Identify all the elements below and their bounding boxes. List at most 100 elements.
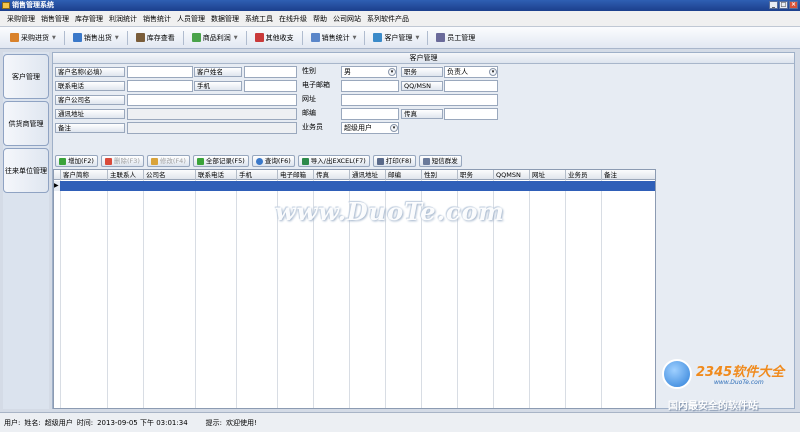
action-bar: 增加(F2) 删除(F3) 修改(F4) 全部记录(F5) 查询(F6) 导入/… <box>53 154 794 168</box>
column-header[interactable]: 主联系人 <box>108 170 144 180</box>
column-header[interactable]: 电子邮箱 <box>278 170 314 180</box>
menu-update[interactable]: 在线升级 <box>276 14 310 24</box>
toolbar-separator <box>245 30 247 45</box>
menu-sales[interactable]: 销售管理 <box>38 14 72 24</box>
menu-bar: 采购管理 销售管理 库存管理 利润统计 销售统计 人员管理 数据管理 系统工具 … <box>0 11 800 27</box>
table-row[interactable] <box>54 181 655 191</box>
close-button[interactable]: × <box>789 1 798 9</box>
column-header[interactable]: 公司名 <box>144 170 196 180</box>
watermark-text: www.DuoTe.com <box>275 197 505 226</box>
fax-label[interactable]: 传真 <box>401 109 443 119</box>
stats-icon <box>310 33 320 42</box>
minimize-button[interactable]: _ <box>769 1 778 9</box>
menu-profit[interactable]: 利润统计 <box>106 14 140 24</box>
address-label[interactable]: 通讯地址 <box>55 109 125 119</box>
toolbar-income-button[interactable]: 其他收支 <box>251 30 298 46</box>
note-input[interactable] <box>127 122 297 134</box>
column-header[interactable]: 联系电话 <box>196 170 237 180</box>
table-header: 客户简称 主联系人 公司名 联系电话 手机 电子邮箱 传真 通讯地址 邮编 性别… <box>54 170 655 180</box>
customer-surname-label[interactable]: 客户姓名 <box>194 67 242 77</box>
sidebar-item-supplier[interactable]: 供货商管理 <box>3 101 49 146</box>
toolbar: 采购进货 ▼ 销售出货 ▼ 库存查看 商品利润 ▼ 其他收支 销售统计 ▼ 客户管理 ▼ … <box>0 27 800 49</box>
check-icon <box>196 157 204 165</box>
gender-label: 性别 <box>302 67 316 75</box>
corner-logo: 2345软件大全 www.DuoTe.com 国内最安全的软件站 <box>660 357 795 412</box>
toolbar-customer-button[interactable]: 客户管理 ▼ <box>369 30 423 46</box>
add-button[interactable]: 增加(F2) <box>55 155 98 167</box>
menu-inventory[interactable]: 库存管理 <box>72 14 106 24</box>
sidebar-item-customer[interactable]: 客户管理 <box>3 54 49 99</box>
chevron-down-icon: ▾ <box>390 124 398 132</box>
phone-input[interactable] <box>127 80 193 92</box>
delete-button[interactable]: 删除(F3) <box>100 155 144 167</box>
toolbar-staff-button[interactable]: 员工管理 <box>432 30 479 46</box>
status-time: 2013-09-05 下午 03:01:34 <box>97 418 188 427</box>
menu-website[interactable]: 公司网站 <box>330 14 364 24</box>
column-header[interactable]: 手机 <box>237 170 278 180</box>
column-header[interactable]: 职务 <box>458 170 494 180</box>
column-header[interactable]: 性别 <box>422 170 458 180</box>
column-header[interactable]: QQMSN <box>494 170 530 180</box>
email-input[interactable] <box>341 80 399 92</box>
qq-input[interactable] <box>444 80 498 92</box>
menu-sales-stats[interactable]: 销售统计 <box>140 14 174 24</box>
mobile-label[interactable]: 手机 <box>194 81 242 91</box>
all-records-button[interactable]: 全部记录(F5) <box>192 155 249 167</box>
phone-label[interactable]: 联系电话 <box>55 81 125 91</box>
title-bar: 销售管理系统 _ □ × <box>0 0 800 11</box>
edit-icon <box>150 157 158 165</box>
menu-purchase[interactable]: 采购管理 <box>4 14 38 24</box>
customer-name-input[interactable] <box>127 66 193 78</box>
sms-button[interactable]: 短信群发 <box>418 155 462 167</box>
toolbar-stats-button[interactable]: 销售统计 ▼ <box>307 30 361 46</box>
print-button[interactable]: 打印(F8) <box>372 155 416 167</box>
sms-icon <box>422 157 430 165</box>
menu-staff[interactable]: 人员管理 <box>174 14 208 24</box>
chevron-down-icon: ▼ <box>52 34 56 41</box>
menu-products[interactable]: 系列软件产品 <box>364 14 412 24</box>
sidebar-item-partner[interactable]: 往来单位管理 <box>3 148 49 193</box>
column-header[interactable]: 通讯地址 <box>350 170 386 180</box>
email-label: 电子邮箱 <box>302 81 330 89</box>
status-name: 超级用户 <box>44 418 73 427</box>
toolbar-separator <box>182 30 184 45</box>
stock-icon <box>135 33 145 42</box>
menu-help[interactable]: 帮助 <box>310 14 330 24</box>
gender-select[interactable]: 男 ▾ <box>341 66 397 78</box>
column-header[interactable]: 客户简称 <box>61 170 108 180</box>
mobile-input[interactable] <box>244 80 297 92</box>
address-input[interactable] <box>127 108 297 120</box>
toolbar-sale-button[interactable]: 销售出货 ▼ <box>69 30 123 46</box>
customer-name-label[interactable]: 客户名称(必填) <box>55 67 125 77</box>
position-select[interactable]: 负责人 ▾ <box>444 66 498 78</box>
column-header[interactable]: 邮编 <box>386 170 422 180</box>
edit-button[interactable]: 修改(F4) <box>146 155 190 167</box>
fax-input[interactable] <box>444 108 498 120</box>
toolbar-profit-button[interactable]: 商品利润 ▼ <box>188 30 242 46</box>
company-input[interactable] <box>127 94 297 106</box>
column-header[interactable]: 业务员 <box>566 170 602 180</box>
column-header[interactable]: 网址 <box>530 170 566 180</box>
search-button[interactable]: 查询(F6) <box>251 155 295 167</box>
logo-slogan: 国内最安全的软件站 <box>668 401 758 412</box>
customer-surname-input[interactable] <box>244 66 297 78</box>
excel-button[interactable]: 导入/出EXCEL(F7) <box>297 155 370 167</box>
toolbar-purchase-button[interactable]: 采购进货 ▼ <box>6 30 60 46</box>
website-input[interactable] <box>341 94 498 106</box>
printer-icon <box>376 157 384 165</box>
maximize-button[interactable]: □ <box>779 1 788 9</box>
zip-input[interactable] <box>341 108 399 120</box>
qq-label[interactable]: QQ/MSN <box>401 81 443 91</box>
column-header[interactable]: 备注 <box>602 170 655 180</box>
company-label[interactable]: 客户公司名 <box>55 95 125 105</box>
position-label[interactable]: 职务 <box>401 67 443 77</box>
column-header[interactable]: 传真 <box>314 170 350 180</box>
chevron-down-icon: ▼ <box>352 34 357 41</box>
column-line <box>236 180 237 408</box>
salesman-select[interactable]: 超级用户 ▾ <box>341 122 399 134</box>
note-label[interactable]: 备注 <box>55 123 125 133</box>
row-indicator-header <box>54 170 61 180</box>
menu-tools[interactable]: 系统工具 <box>242 14 276 24</box>
toolbar-stock-button[interactable]: 库存查看 <box>132 30 179 46</box>
menu-data[interactable]: 数据管理 <box>208 14 242 24</box>
